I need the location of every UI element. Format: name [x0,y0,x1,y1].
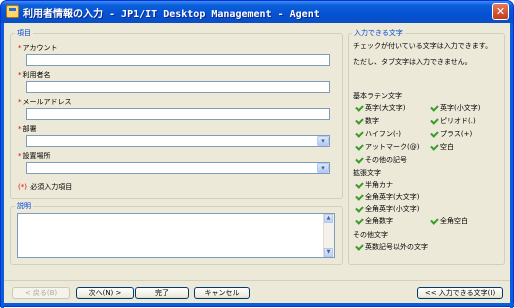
char-item-label: 英字(大文字) [365,104,406,112]
char-item-period: ピリオド(.) [431,116,476,126]
char-item-label: アットマーク(@) [365,143,420,151]
required-mark: * [18,44,22,52]
account-label: *アカウント [18,43,58,53]
char-item-fullwidth-space: 全角空白 [431,216,468,226]
window-frame-left [1,23,4,308]
chevron-down-icon[interactable]: ▾ [317,136,329,146]
chevron-down-icon[interactable]: ▾ [317,163,329,173]
location-dropdown[interactable]: ▾ [26,162,330,174]
check-icon [356,131,363,137]
window-frame-right [510,23,513,308]
user-name-label-text: 利用者名 [22,71,51,79]
char-item-hyphen: ハイフン(-) [356,129,401,139]
app-icon [6,5,19,18]
char-item-label: 全角英字(大文字) [365,193,420,201]
char-item-fullwidth-digits: 全角数字 [356,216,393,226]
required-mark: * [18,125,22,133]
description-scrollbar[interactable]: ▲ ▼ [323,214,334,257]
check-icon [356,194,363,200]
allowed-chars-group-label: 入力できる文字 [352,28,405,38]
dialog-client-area: 項目 *アカウント *利用者名 *メールアドレス *部署 ▾ *設置場所 ▾ (… [4,23,510,305]
char-item-label: 半角カナ [365,181,393,189]
finish-button[interactable]: 完了 [135,287,189,299]
back-button[interactable]: < 戻る(B) [12,287,70,299]
char-item-label: 英字(小文字) [440,104,481,112]
char-item-space: 空白 [431,142,454,152]
email-label-text: メールアドレス [22,98,72,106]
extended-chars-title: 拡張文字 [353,169,381,177]
scroll-up-icon[interactable]: ▲ [324,214,333,223]
required-mark: * [18,152,22,160]
char-item-lowercase: 英字(小文字) [431,103,480,113]
char-item-other-symbols: その他の記号 [356,155,407,165]
check-icon [356,105,363,111]
char-item-label: ピリオド(.) [440,117,476,125]
check-icon [431,105,438,111]
char-item-label: ハイフン(-) [365,130,401,138]
allowed-chars-intro-1: チェックが付いている文字は入力できます。 [353,42,493,50]
department-label-text: 部署 [22,125,37,133]
email-input[interactable] [26,108,330,120]
check-icon [356,218,363,224]
next-button[interactable]: 次へ(N) > [76,287,134,299]
char-item-halfwidth-kana: 半角カナ [356,180,393,190]
fields-group-label: 項目 [15,28,33,38]
scroll-down-icon[interactable]: ▼ [324,248,333,257]
window-frame-bottom [1,303,514,306]
allowed-chars-toggle-button[interactable]: << 入力できる文字(I) [417,287,503,299]
check-icon [356,118,363,124]
check-icon [431,144,438,150]
char-item-fullwidth-lower: 全角英字(小文字) [356,204,419,214]
required-note: (*) 必須入力項目 [18,182,72,192]
check-icon [431,218,438,224]
other-chars-title: その他文字 [353,231,388,239]
window-title: 利用者情報の入力 - JP1/IT Desktop Management - A… [23,9,320,20]
department-label: *部署 [18,124,37,134]
button-separator [4,280,510,281]
check-icon [431,118,438,124]
char-item-label: 全角数字 [365,217,393,225]
user-name-label: *利用者名 [18,70,51,80]
required-mark: * [18,71,22,79]
check-icon [356,157,363,163]
char-item-plus: プラス(+) [431,129,472,139]
location-label-text: 設置場所 [22,152,51,160]
char-item-digits: 数字 [356,116,379,126]
required-mark: * [18,98,22,106]
account-label-text: アカウント [22,44,58,52]
char-item-label: 数字 [365,117,379,125]
check-icon [356,144,363,150]
basic-latin-title: 基本ラテン文字 [353,92,402,100]
char-item-non-alnum: 英数記号以外の文字 [356,242,428,252]
char-item-label: 全角英字(小文字) [365,205,420,213]
char-item-at-mark: アットマーク(@) [356,142,419,152]
user-name-input[interactable] [26,81,330,93]
required-note-mark: (*) [18,183,27,191]
char-item-fullwidth-upper: 全角英字(大文字) [356,192,419,202]
char-item-label: 空白 [440,143,454,151]
required-note-text: 必須入力項目 [30,183,73,191]
description-textarea[interactable]: ▲ ▼ [17,213,335,258]
close-button[interactable]: ✕ [492,3,509,20]
email-label: *メールアドレス [18,97,72,107]
allowed-chars-intro-2: ただし、タブ文字は入力できません。 [353,58,472,66]
department-dropdown[interactable]: ▾ [26,135,330,147]
check-icon [431,131,438,137]
dialog-window: 利用者情報の入力 - JP1/IT Desktop Management - A… [0,0,514,308]
char-item-label: 英数記号以外の文字 [365,243,428,251]
char-item-label: プラス(+) [440,130,473,138]
check-icon [356,182,363,188]
check-icon [356,244,363,250]
location-label: *設置場所 [18,151,51,161]
char-item-label: その他の記号 [365,156,407,164]
description-group-label: 説明 [15,201,33,211]
char-item-label: 全角空白 [440,217,468,225]
title-bar[interactable]: 利用者情報の入力 - JP1/IT Desktop Management - A… [1,1,513,23]
cancel-button[interactable]: キャンセル [194,287,250,299]
account-input[interactable] [26,54,330,66]
check-icon [356,206,363,212]
char-item-uppercase: 英字(大文字) [356,103,405,113]
